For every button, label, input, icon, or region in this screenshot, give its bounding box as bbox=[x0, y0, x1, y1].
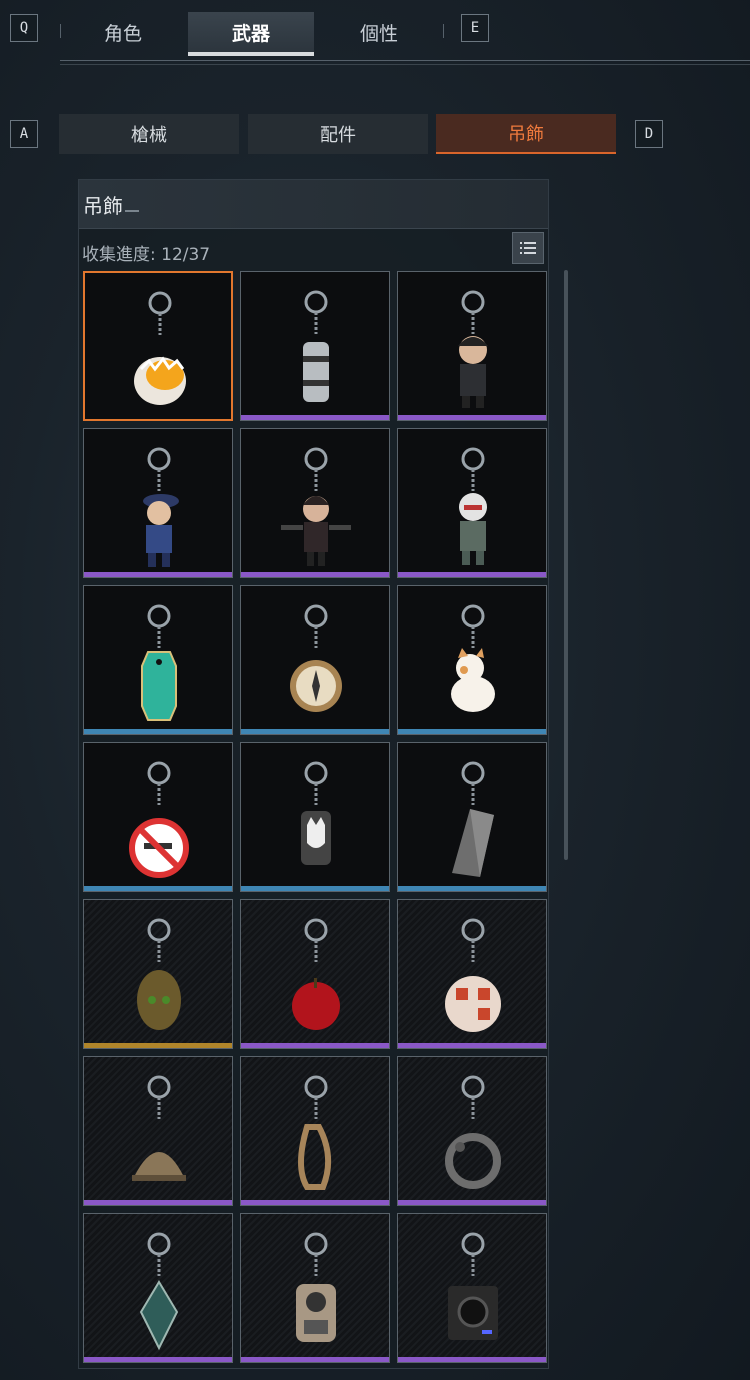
charm-slot[interactable] bbox=[397, 899, 547, 1049]
key-hint-d[interactable]: D bbox=[635, 120, 663, 148]
rarity-bar bbox=[241, 886, 389, 891]
subtab-label: 配件 bbox=[320, 125, 356, 146]
rarity-bar bbox=[398, 1200, 546, 1205]
egg-charm-icon bbox=[134, 291, 186, 405]
rarity-bar bbox=[84, 572, 232, 577]
crystal-charm-icon bbox=[139, 1232, 179, 1351]
panel-title: 吊飾 bbox=[83, 194, 123, 218]
charm-slot[interactable] bbox=[397, 585, 547, 735]
hotel-key-tag-charm-icon bbox=[141, 604, 177, 721]
chibi-suited-figure-charm-icon bbox=[458, 290, 488, 408]
rarity-bar bbox=[241, 415, 389, 420]
charm-slot[interactable] bbox=[240, 742, 390, 892]
gadget-device-charm-icon bbox=[296, 1232, 336, 1342]
rarity-bar bbox=[84, 886, 232, 891]
charm-slot[interactable] bbox=[83, 585, 233, 735]
divider bbox=[443, 24, 444, 38]
rarity-bar bbox=[398, 572, 546, 577]
charm-slot[interactable] bbox=[83, 742, 233, 892]
charm-slot[interactable] bbox=[83, 1056, 233, 1206]
subtab-label: 吊飾 bbox=[508, 124, 544, 145]
tech-cylinder-charm-icon bbox=[303, 290, 329, 402]
collection-progress: 收集進度: 12/37 bbox=[82, 245, 211, 265]
rarity-bar bbox=[398, 729, 546, 734]
charm-slot[interactable] bbox=[83, 1213, 233, 1363]
rarity-bar bbox=[241, 1200, 389, 1205]
panel-header: 吊飾 bbox=[79, 180, 548, 229]
die-ball-charm-icon bbox=[445, 918, 501, 1032]
carabiner-charm-icon bbox=[298, 1075, 332, 1190]
top-nav-line bbox=[60, 60, 750, 61]
ghillie-head-charm-icon bbox=[137, 918, 181, 1030]
title-accent bbox=[125, 210, 139, 212]
chibi-police-figure-charm-icon bbox=[143, 447, 179, 567]
tab-label: 個性 bbox=[359, 22, 398, 45]
charm-slot[interactable] bbox=[83, 271, 233, 421]
husky-tag-charm-icon bbox=[301, 761, 331, 865]
compass-charm-icon bbox=[290, 604, 342, 712]
chibi-masked-figure-charm-icon bbox=[459, 447, 487, 565]
chibi-dual-pistol-figure-charm-icon bbox=[281, 447, 351, 566]
subtab-guns[interactable]: 槍械 bbox=[59, 114, 239, 154]
cat-charm-icon bbox=[451, 604, 495, 712]
charm-slot[interactable] bbox=[397, 742, 547, 892]
charm-slot[interactable] bbox=[240, 585, 390, 735]
tab-personality[interactable]: 個性 bbox=[316, 12, 442, 52]
rarity-bar bbox=[398, 1043, 546, 1048]
rarity-bar bbox=[398, 415, 546, 420]
camera-box-charm-icon bbox=[448, 1232, 498, 1340]
tab-label: 武器 bbox=[231, 22, 270, 45]
stone-shard-charm-icon bbox=[452, 761, 494, 877]
rarity-bar bbox=[84, 1200, 232, 1205]
rarity-bar bbox=[241, 729, 389, 734]
apple-charm-icon bbox=[292, 918, 340, 1030]
rarity-bar bbox=[398, 886, 546, 891]
rarity-bar bbox=[84, 1357, 232, 1362]
key-hint-a[interactable]: A bbox=[10, 120, 38, 148]
subtab-label: 槍械 bbox=[131, 125, 167, 146]
charm-slot[interactable] bbox=[83, 428, 233, 578]
scrollbar[interactable] bbox=[564, 270, 568, 860]
charm-slot[interactable] bbox=[397, 1213, 547, 1363]
camo-helmet-charm-icon bbox=[132, 1075, 186, 1181]
list-icon bbox=[520, 242, 536, 254]
no-guns-sign-charm-icon bbox=[129, 761, 189, 878]
charm-slot[interactable] bbox=[397, 1056, 547, 1206]
charm-slot[interactable] bbox=[240, 899, 390, 1049]
serpent-ring-charm-icon bbox=[445, 1075, 501, 1189]
rarity-bar bbox=[84, 729, 232, 734]
tab-character[interactable]: 角色 bbox=[60, 12, 186, 52]
top-nav-line bbox=[60, 64, 750, 65]
charm-slot[interactable] bbox=[240, 428, 390, 578]
rarity-bar bbox=[241, 1357, 389, 1362]
rarity-bar bbox=[84, 1043, 232, 1048]
charm-slot[interactable] bbox=[83, 899, 233, 1049]
rarity-bar bbox=[398, 1357, 546, 1362]
charm-slot[interactable] bbox=[397, 428, 547, 578]
charm-slot[interactable] bbox=[397, 271, 547, 421]
tab-weapons[interactable]: 武器 bbox=[188, 12, 314, 56]
key-hint-q[interactable]: Q bbox=[10, 14, 38, 42]
rarity-bar bbox=[241, 1043, 389, 1048]
key-hint-e[interactable]: E bbox=[461, 14, 489, 42]
subtab-attachments[interactable]: 配件 bbox=[248, 114, 428, 154]
tab-label: 角色 bbox=[103, 22, 142, 45]
charm-slot[interactable] bbox=[240, 271, 390, 421]
charm-slot[interactable] bbox=[240, 1213, 390, 1363]
subtab-charms[interactable]: 吊飾 bbox=[436, 114, 616, 154]
list-view-button[interactable] bbox=[512, 232, 544, 264]
rarity-bar bbox=[241, 572, 389, 577]
charm-slot[interactable] bbox=[240, 1056, 390, 1206]
